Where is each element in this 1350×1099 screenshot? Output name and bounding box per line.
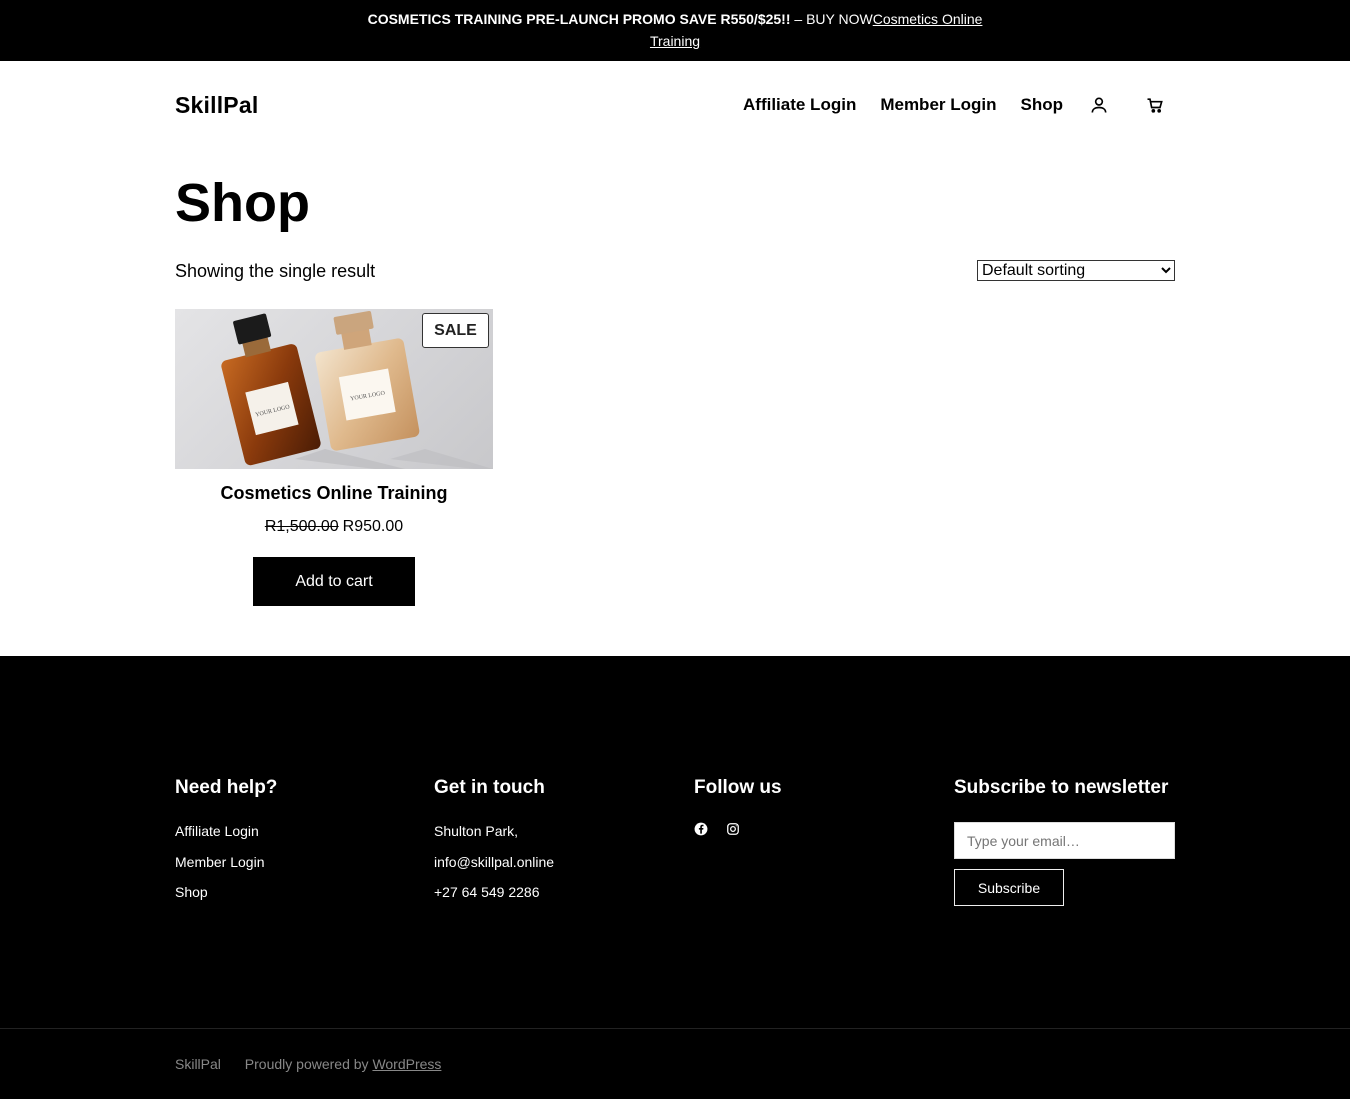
nav-affiliate-login[interactable]: Affiliate Login: [743, 95, 856, 115]
footer-newsletter-heading: Subscribe to newsletter: [954, 777, 1169, 798]
main-nav: Affiliate Login Member Login Shop: [719, 93, 1175, 117]
product-card: YOUR LOGO YOUR LOGO SALE Cosmetics Onlin…: [175, 309, 493, 606]
product-price: R1,500.00 R950.00: [175, 517, 493, 537]
footer-contact-column: Get in touch Shulton Park, info@skillpal…: [434, 776, 554, 914]
footer-contact-heading: Get in touch: [434, 777, 545, 798]
subscribe-button[interactable]: Subscribe: [954, 869, 1064, 906]
product-title[interactable]: Cosmetics Online Training: [175, 482, 493, 504]
facebook-icon[interactable]: [694, 822, 710, 838]
footer-link-member-login[interactable]: Member Login: [175, 853, 277, 871]
product-sale-price: R950.00: [342, 518, 404, 535]
result-count: Showing the single result: [175, 261, 376, 281]
footer-link-affiliate-login[interactable]: Affiliate Login: [175, 822, 277, 840]
nav-member-login[interactable]: Member Login: [880, 95, 996, 115]
footer-follow-heading: Follow us: [694, 777, 782, 798]
powered-by-text: Proudly powered by: [244, 1056, 373, 1072]
footer-newsletter-column: Subscribe to newsletter Subscribe: [954, 776, 1175, 906]
footer-site-name: SkillPal: [175, 1056, 221, 1072]
promo-banner: COSMETICS TRAINING PRE-LAUNCH PROMO SAVE…: [0, 0, 1350, 61]
nav-shop[interactable]: Shop: [1021, 95, 1064, 115]
site-logo[interactable]: SkillPal: [175, 92, 258, 119]
promo-bold-text: COSMETICS TRAINING PRE-LAUNCH PROMO SAVE…: [367, 11, 791, 27]
wordpress-link[interactable]: WordPress: [372, 1056, 441, 1072]
footer-link-shop[interactable]: Shop: [175, 883, 277, 901]
site-header: SkillPal Affiliate Login Member Login Sh…: [175, 61, 1175, 149]
instagram-icon[interactable]: [726, 822, 742, 838]
cart-icon[interactable]: [1143, 93, 1167, 117]
sorting-select[interactable]: Default sorting: [977, 260, 1175, 281]
add-to-cart-button[interactable]: Add to cart: [253, 557, 415, 606]
product-old-price: R1,500.00: [264, 518, 339, 535]
account-icon[interactable]: [1087, 93, 1111, 117]
contact-email: info@skillpal.online: [434, 853, 555, 870]
contact-address: Shulton Park,: [434, 823, 519, 839]
contact-phone: +27 64 549 2286: [434, 884, 540, 900]
product-image[interactable]: YOUR LOGO YOUR LOGO SALE: [175, 309, 493, 469]
sale-badge: SALE: [422, 313, 489, 348]
social-links: [694, 822, 782, 838]
footer-divider: [0, 1028, 1350, 1029]
site-footer: Need help? Affiliate Login Member Login …: [0, 656, 1350, 1099]
footer-help-heading: Need help?: [175, 777, 278, 798]
footer-help-column: Need help? Affiliate Login Member Login …: [175, 776, 277, 914]
page-title: Shop: [175, 173, 310, 233]
footer-bottom: SkillPal Proudly powered by WordPress: [175, 1054, 441, 1074]
footer-follow-column: Follow us: [694, 776, 782, 838]
promo-text: – BUY NOW: [790, 11, 873, 27]
newsletter-email-input[interactable]: [954, 822, 1175, 859]
